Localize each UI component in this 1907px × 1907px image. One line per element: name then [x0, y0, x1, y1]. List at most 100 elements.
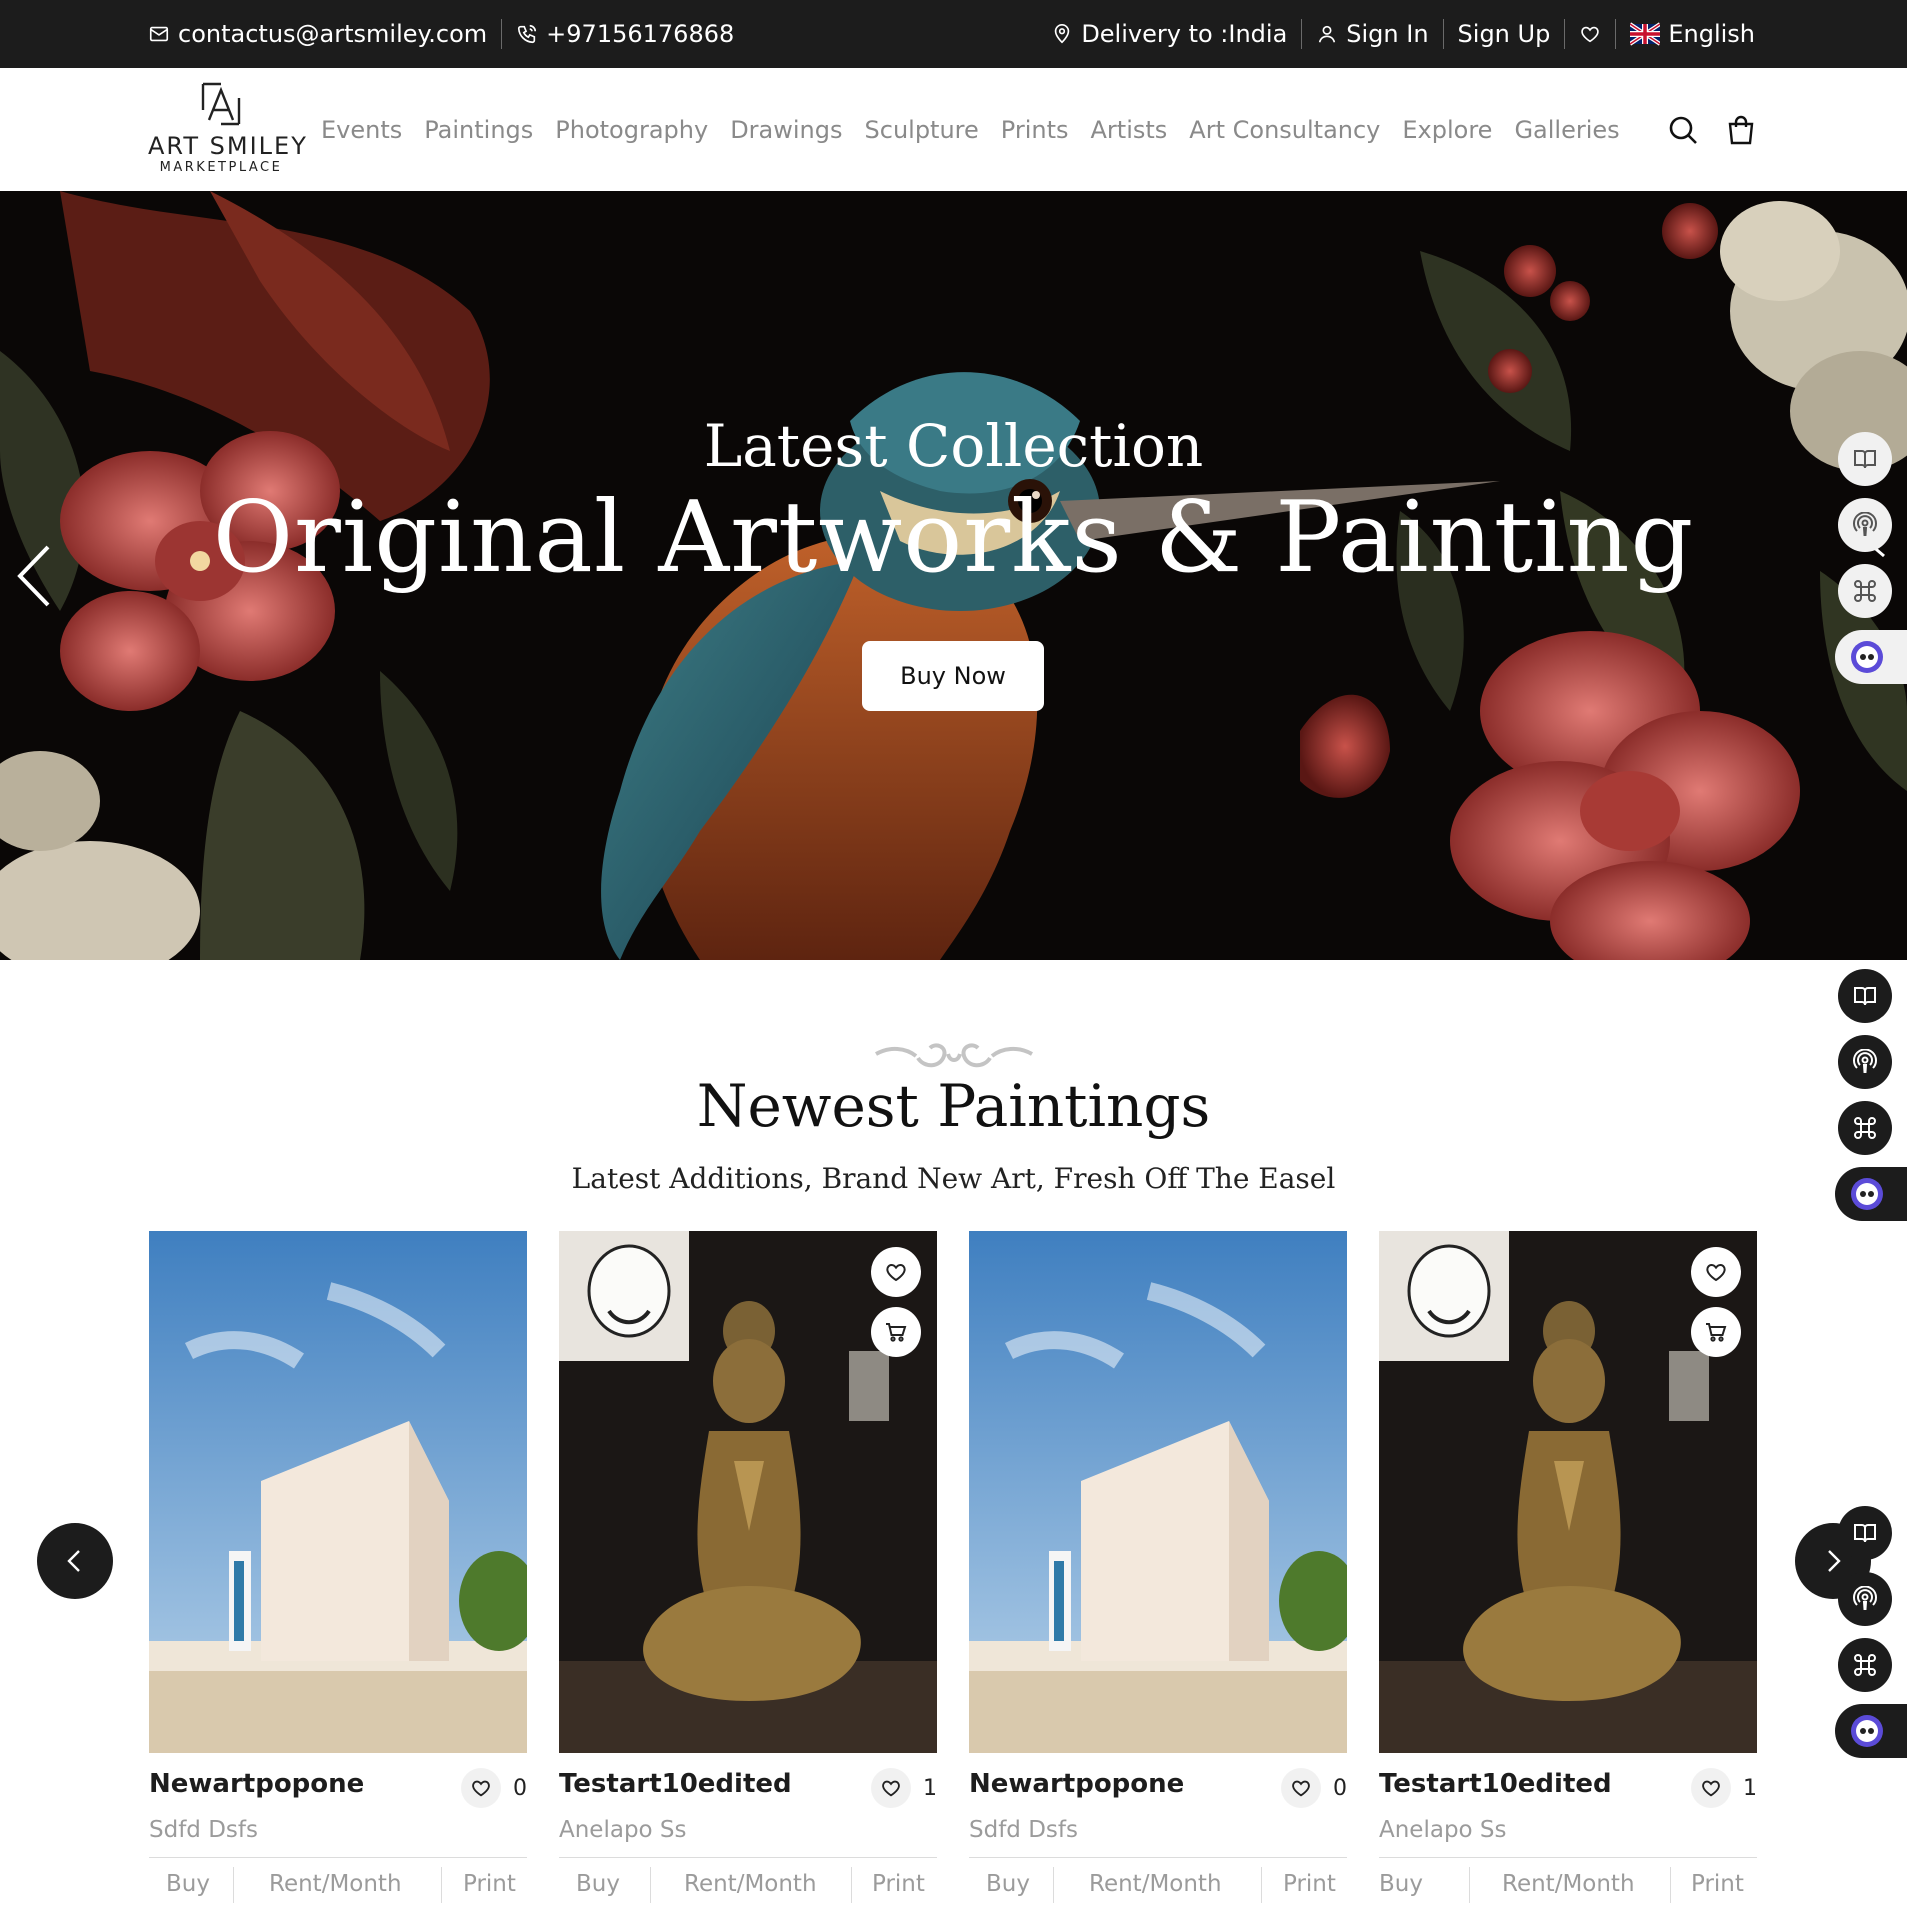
phone-icon [518, 24, 537, 44]
sign-up-link[interactable]: Sign Up [1458, 20, 1551, 48]
widget-book-button[interactable] [1838, 1506, 1892, 1560]
product-title[interactable]: Testart10edited [559, 1769, 792, 1799]
nav-item-explore[interactable]: Explore [1402, 116, 1492, 144]
nav-item-events[interactable]: Events [321, 116, 402, 144]
widget-book-button[interactable] [1838, 432, 1892, 486]
chatbot-icon [1851, 1178, 1883, 1210]
nav-item-art-consultancy[interactable]: Art Consultancy [1189, 116, 1380, 144]
add-to-cart-button[interactable] [871, 1307, 921, 1357]
nav-item-sculpture[interactable]: Sculpture [865, 116, 979, 144]
print-tab[interactable]: Print [1671, 1871, 1744, 1903]
widget-chatbot-button[interactable] [1835, 1704, 1907, 1758]
nav-actions [1667, 68, 1757, 191]
podcast-icon [1853, 1049, 1877, 1073]
buy-now-button[interactable]: Buy Now [862, 641, 1044, 711]
like-button[interactable] [1691, 1768, 1731, 1808]
search-icon[interactable] [1667, 114, 1699, 146]
wishlist-button[interactable] [871, 1247, 921, 1297]
phone-link[interactable]: +97156176868 [516, 20, 734, 48]
product-title[interactable]: Testart10edited [1379, 1769, 1612, 1799]
email-link[interactable]: contactus@artsmiley.com [148, 20, 487, 48]
widget-apps-button[interactable] [1838, 1101, 1892, 1155]
shopping-bag-icon[interactable] [1725, 114, 1757, 146]
widget-book-button[interactable] [1838, 969, 1892, 1023]
buy-tab[interactable]: Buy [559, 1871, 650, 1903]
artist-name[interactable]: Anelapo Ss [1379, 1817, 1507, 1843]
nav-item-galleries[interactable]: Galleries [1514, 116, 1619, 144]
page: contactus@artsmiley.com +97156176868 Del… [0, 0, 1907, 1907]
building-photo-icon [969, 1231, 1347, 1753]
language-selector[interactable]: English [1630, 20, 1755, 48]
nav-item-paintings[interactable]: Paintings [424, 116, 533, 144]
delivery-text: Delivery to :India [1081, 20, 1288, 48]
product-title[interactable]: Newartpopone [149, 1769, 364, 1799]
heart-icon [1702, 1780, 1720, 1797]
like-button[interactable] [871, 1768, 911, 1808]
heart-icon [1292, 1780, 1310, 1797]
building-photo-icon [149, 1231, 527, 1753]
divider [501, 19, 503, 49]
widget-podcast-button[interactable] [1838, 1572, 1892, 1626]
nav-item-prints[interactable]: Prints [1001, 116, 1069, 144]
chevron-left-icon[interactable] [14, 541, 54, 611]
artist-name[interactable]: Sdfd Dsfs [149, 1817, 258, 1843]
product-card[interactable]: Newartpopone 0 Sdfd Dsfs Buy Rent/Month … [149, 1231, 527, 1903]
wishlist-link[interactable] [1579, 23, 1601, 45]
print-tab[interactable]: Print [852, 1871, 925, 1903]
buy-tab[interactable]: Buy [149, 1871, 233, 1903]
buy-tab[interactable]: Buy [1379, 1871, 1469, 1903]
wishlist-button[interactable] [1691, 1247, 1741, 1297]
add-to-cart-button[interactable] [1691, 1307, 1741, 1357]
apps-grid-icon [1854, 580, 1876, 602]
carousel-prev-button[interactable] [37, 1523, 113, 1599]
widget-podcast-button[interactable] [1838, 1035, 1892, 1089]
phone-text: +97156176868 [546, 20, 735, 48]
widget-apps-button[interactable] [1838, 564, 1892, 618]
like-button[interactable] [1281, 1768, 1321, 1808]
rent-tab[interactable]: Rent/Month [1054, 1871, 1261, 1903]
nav-item-drawings[interactable]: Drawings [730, 116, 842, 144]
artist-name[interactable]: Anelapo Ss [559, 1817, 687, 1843]
print-tab[interactable]: Print [1262, 1871, 1336, 1903]
widget-chatbot-button[interactable] [1835, 630, 1907, 684]
nav-item-artists[interactable]: Artists [1091, 116, 1168, 144]
main-nav: ART SMILEY MARKETPLACE Events Paintings … [0, 68, 1907, 191]
product-card[interactable]: Testart10edited 1 Anelapo Ss Buy Rent/Mo… [1379, 1231, 1757, 1903]
account-links: Delivery to :India Sign In Sign Up Engli… [1051, 0, 1755, 68]
buy-tab[interactable]: Buy [969, 1871, 1053, 1903]
chatbot-icon [1851, 1715, 1883, 1747]
widget-chatbot-button[interactable] [1835, 1167, 1907, 1221]
product-image[interactable] [969, 1231, 1347, 1753]
sign-in-link[interactable]: Sign In [1316, 20, 1429, 48]
product-image[interactable] [559, 1231, 937, 1753]
delivery-selector[interactable]: Delivery to :India [1051, 20, 1287, 48]
divider [1301, 19, 1303, 49]
like-button[interactable] [461, 1768, 501, 1808]
hero-subtitle: Latest Collection [703, 412, 1204, 480]
card-actions: Buy Rent/Month Print [969, 1867, 1347, 1903]
yoga-sculpture-photo-icon [1379, 1231, 1757, 1753]
heart-icon [1706, 1263, 1726, 1282]
nav-item-photography[interactable]: Photography [555, 116, 708, 144]
divider [1379, 1857, 1757, 1858]
product-card[interactable]: Testart10edited 1 Anelapo Ss Buy Rent/Mo… [559, 1231, 937, 1903]
product-title[interactable]: Newartpopone [969, 1769, 1184, 1799]
widget-apps-button[interactable] [1838, 1638, 1892, 1692]
divider [1442, 19, 1444, 49]
rent-tab[interactable]: Rent/Month [1470, 1871, 1670, 1903]
apps-grid-icon [1854, 1654, 1876, 1676]
product-image[interactable] [149, 1231, 527, 1753]
hero-banner: Latest Collection Original Artworks & Pa… [0, 191, 1907, 960]
artist-name[interactable]: Sdfd Dsfs [969, 1817, 1078, 1843]
language-text: English [1668, 20, 1755, 48]
rent-tab[interactable]: Rent/Month [234, 1871, 441, 1903]
nav-menu: Events Paintings Photography Drawings Sc… [321, 68, 1642, 191]
site-logo[interactable]: ART SMILEY MARKETPLACE [148, 80, 306, 180]
print-tab[interactable]: Print [442, 1871, 516, 1903]
hero-title: Original Artworks & Painting [212, 481, 1695, 595]
rent-tab[interactable]: Rent/Month [651, 1871, 851, 1903]
divider [1615, 19, 1617, 49]
widget-podcast-button[interactable] [1838, 498, 1892, 552]
product-image[interactable] [1379, 1231, 1757, 1753]
product-card[interactable]: Newartpopone 0 Sdfd Dsfs Buy Rent/Month … [969, 1231, 1347, 1903]
